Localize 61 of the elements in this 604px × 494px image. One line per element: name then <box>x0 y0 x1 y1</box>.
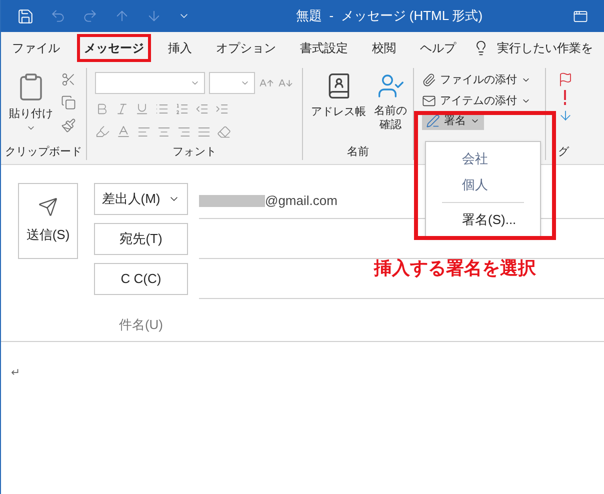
highlight-icon[interactable] <box>95 124 110 139</box>
clear-format-icon[interactable] <box>217 124 231 138</box>
increase-indent-icon[interactable] <box>215 102 229 116</box>
subject-label: 件名(U) <box>118 316 164 334</box>
menu-item[interactable]: 個人 <box>426 172 540 198</box>
copy-icon[interactable] <box>61 95 76 110</box>
cc-button[interactable]: C C(C) <box>94 263 188 295</box>
font-color-icon[interactable] <box>116 124 131 139</box>
menu-item[interactable]: 会社 <box>426 146 540 172</box>
check-names-icon[interactable] <box>376 72 404 100</box>
to-button[interactable]: 宛先(T) <box>94 223 188 255</box>
cc-field[interactable]: 挿入する署名を選択 <box>199 259 604 299</box>
justify-icon[interactable] <box>197 124 211 138</box>
cut-icon[interactable] <box>61 72 76 87</box>
group-label: グ <box>558 144 570 160</box>
ribbon-tab[interactable]: ヘルプ <box>413 34 463 62</box>
paste-button[interactable]: 貼り付け <box>9 106 53 122</box>
flag-icon[interactable] <box>558 72 573 87</box>
paperclip-icon[interactable] <box>422 73 436 88</box>
send-icon[interactable] <box>38 197 58 218</box>
decrease-indent-icon[interactable] <box>195 102 209 116</box>
align-right-icon[interactable] <box>177 124 191 138</box>
italic-icon[interactable] <box>115 102 129 116</box>
paragraph-mark: ↵ <box>11 367 20 379</box>
from-button[interactable]: 差出人(M) <box>94 183 188 215</box>
format-painter-icon[interactable] <box>61 118 76 133</box>
ribbon-tab[interactable]: 校閲 <box>365 34 403 62</box>
save-icon[interactable] <box>17 8 34 24</box>
ribbon-tab[interactable]: 挿入 <box>161 34 199 62</box>
bold-icon[interactable] <box>95 102 109 116</box>
envelope-icon[interactable] <box>422 94 436 108</box>
window-title: 無題 - メッセージ (HTML 形式) <box>296 7 483 26</box>
group-label: フォント <box>172 144 216 160</box>
font-size-field[interactable] <box>209 72 255 94</box>
signature-icon[interactable] <box>426 114 440 128</box>
ribbon-tab[interactable]: 書式設定 <box>293 34 355 62</box>
underline-icon[interactable] <box>135 102 149 116</box>
ribbon-tab[interactable]: ファイル <box>5 34 67 62</box>
down-arrow-icon[interactable] <box>146 8 162 24</box>
importance-icon[interactable] <box>563 90 567 105</box>
from-address: @gmail.com <box>265 192 338 210</box>
ribbon-display-icon[interactable] <box>573 8 588 24</box>
low-importance-icon[interactable] <box>558 108 573 123</box>
annotation-text: 挿入する署名を選択 <box>374 257 536 280</box>
ribbon-tab[interactable]: オプション <box>209 34 283 62</box>
group-label: 名前 <box>347 144 369 160</box>
align-left-icon[interactable] <box>137 124 151 138</box>
font-name-field[interactable] <box>95 72 205 94</box>
tell-me-field[interactable]: 実行したい作業を <box>497 39 593 57</box>
menu-item[interactable]: 署名(S)... <box>426 207 540 233</box>
check-names-button[interactable]: 名前の 確認 <box>374 72 407 132</box>
attach-item-button[interactable]: アイテムの添付 <box>422 92 537 109</box>
align-center-icon[interactable] <box>157 124 171 138</box>
undo-icon[interactable] <box>50 8 66 24</box>
attach-file-button[interactable]: ファイルの添付 <box>422 72 537 88</box>
address-book-button[interactable]: アドレス帳 <box>311 72 366 132</box>
redo-icon[interactable] <box>82 8 98 24</box>
send-button[interactable]: 送信(S) <box>18 183 78 259</box>
numbering-icon[interactable] <box>175 102 189 116</box>
group-label: クリップボード <box>4 144 83 160</box>
ribbon-tab[interactable]: メッセージ <box>77 34 151 62</box>
